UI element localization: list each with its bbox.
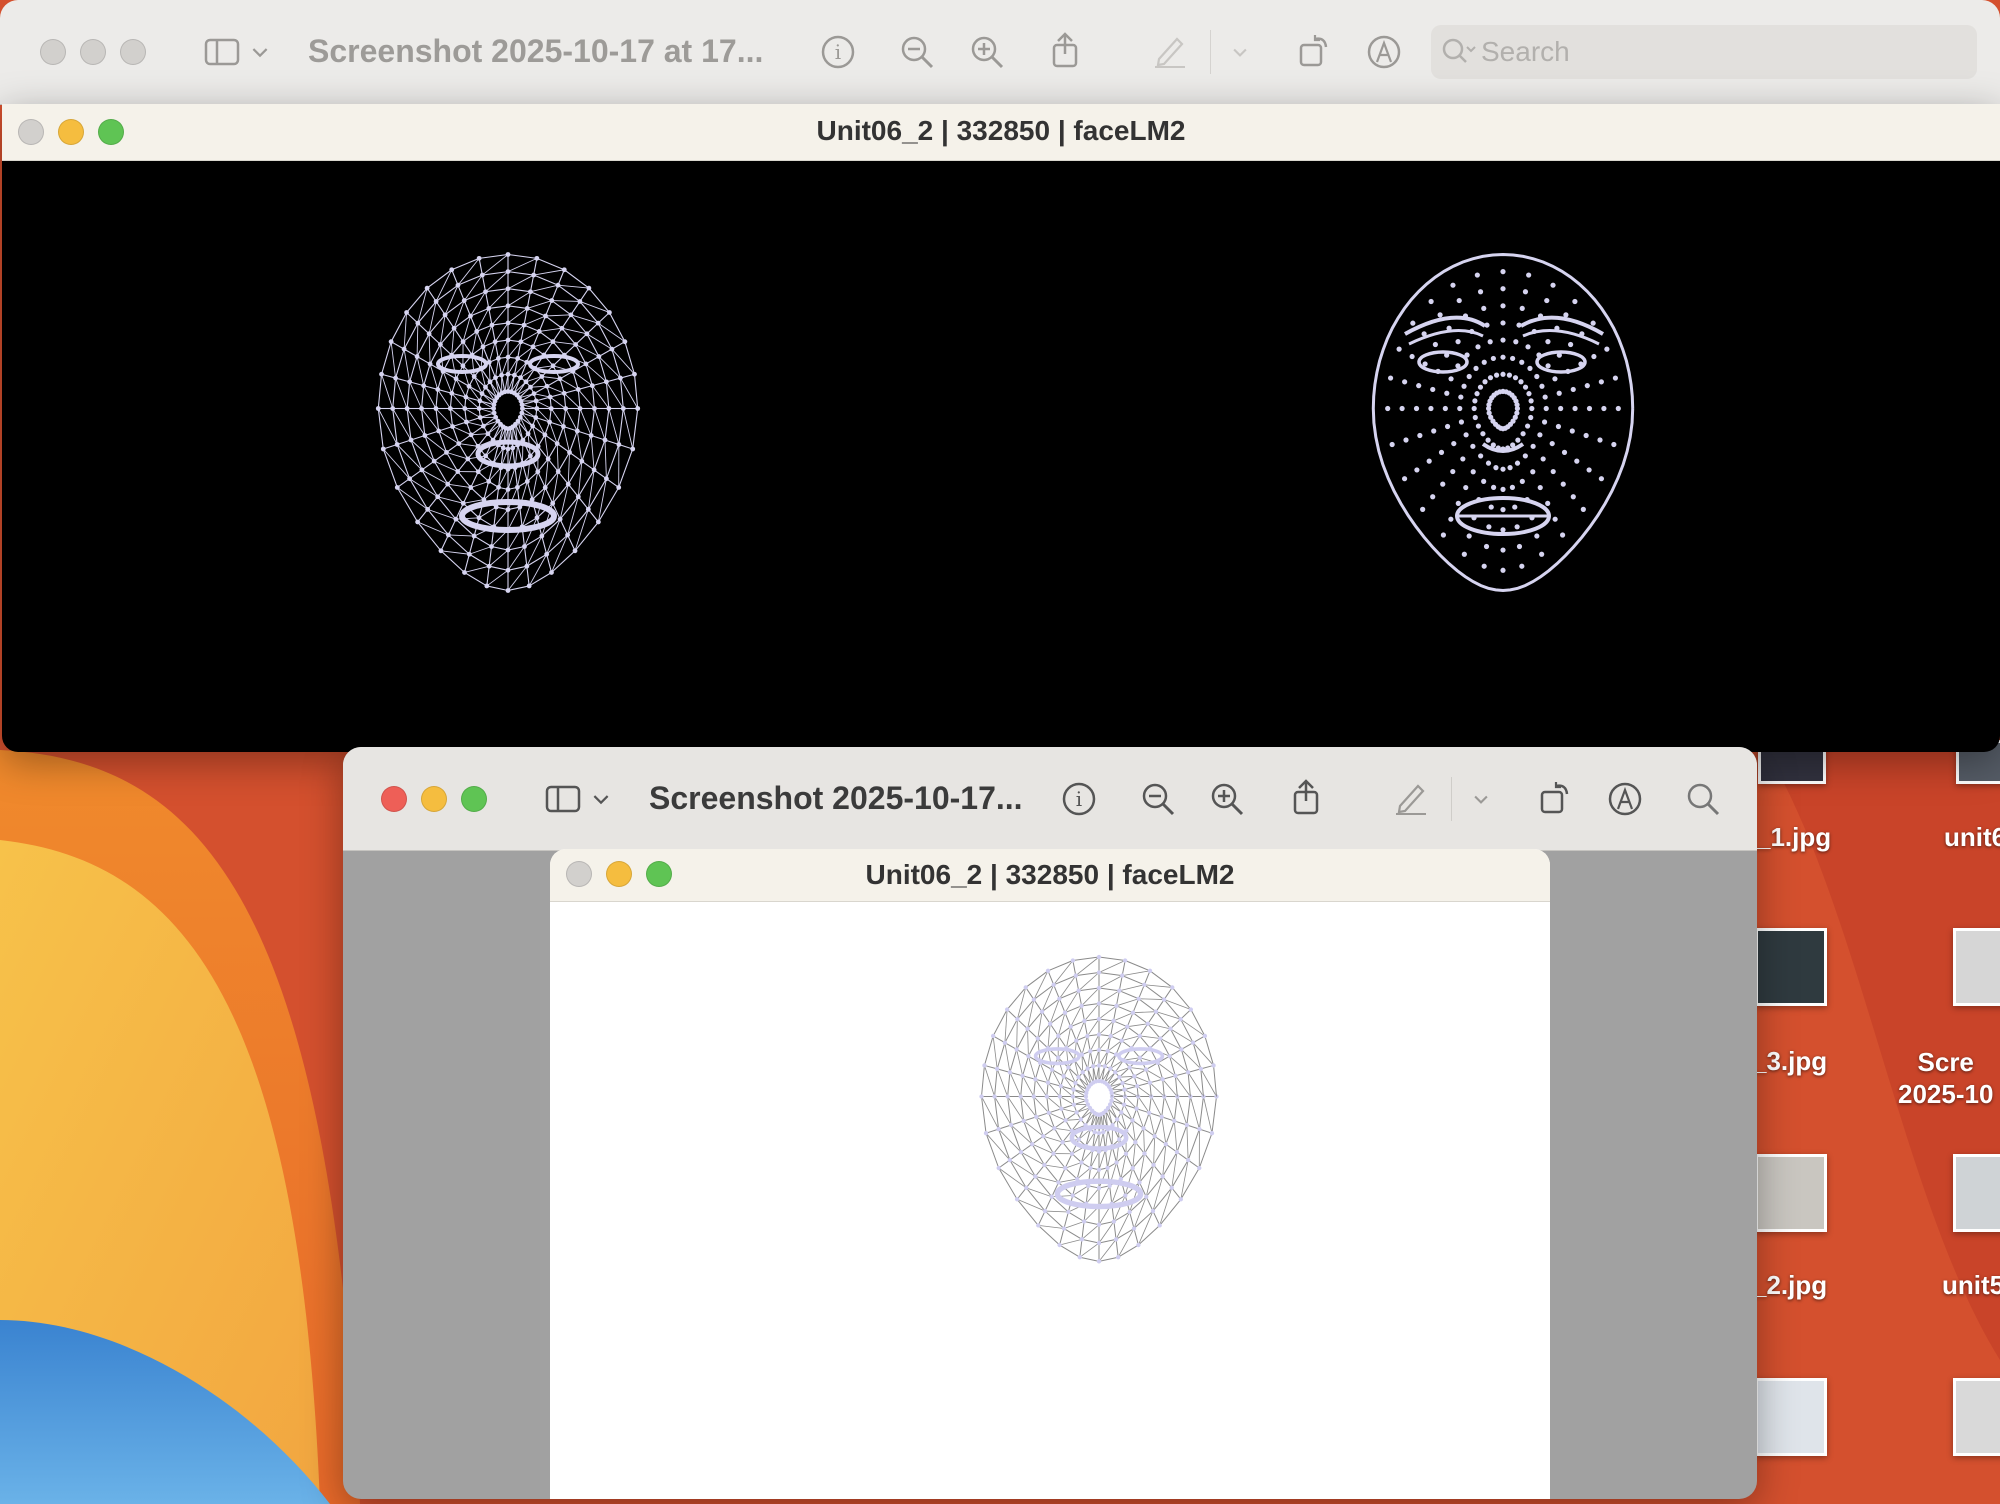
window-title: Unit06_2 | 332850 | faceLM2 (865, 859, 1235, 890)
title-bar: Unit06_2 | 332850 | faceLM2 (550, 849, 1550, 902)
desktop-file-thumbnail[interactable] (1953, 1378, 2000, 1456)
face-landmarks-dots (1371, 252, 1635, 593)
zoom-in-icon[interactable] (1205, 777, 1249, 821)
rotate-icon[interactable] (1292, 28, 1336, 72)
svg-text:i: i (835, 40, 841, 64)
svg-text:i: i (1076, 787, 1082, 811)
zoom-button[interactable] (120, 39, 146, 65)
markup-pen-icon[interactable] (1148, 28, 1192, 72)
face-mesh-window: Unit06_2 | 332850 | faceLM2 (2, 104, 2000, 752)
zoom-out-icon[interactable] (895, 30, 939, 74)
sidebar-icon[interactable] (541, 777, 585, 821)
face-mesh-wireframe (375, 252, 641, 593)
desktop-file-label[interactable]: _2.jpg (1752, 1270, 1827, 1301)
search-input[interactable]: Search (1431, 25, 1977, 79)
search-icon[interactable] (1681, 777, 1725, 821)
annotate-icon[interactable] (1362, 30, 1406, 74)
chevron-down-icon[interactable] (1224, 30, 1256, 74)
traffic-lights (40, 39, 146, 65)
zoom-button[interactable] (461, 786, 487, 812)
front-preview-window: Screenshot 2025-10-17... i Unit06_2 | 33… (343, 747, 1757, 1499)
desktop-file-label[interactable]: _3.jpg (1752, 1046, 1827, 1077)
zoom-out-icon[interactable] (1136, 777, 1180, 821)
back-preview-window: Screenshot 2025-10-17 at 17... i Search (0, 0, 2000, 105)
traffic-lights (381, 786, 487, 812)
annotate-icon[interactable] (1603, 777, 1647, 821)
document-title: Screenshot 2025-10-17 at 17... (308, 33, 764, 69)
desktop-file-thumbnail[interactable] (1755, 928, 1827, 1006)
minimize-button[interactable] (80, 39, 106, 65)
desktop-file-thumbnail[interactable] (1755, 1378, 1827, 1456)
document-title: Screenshot 2025-10-17... (649, 780, 1023, 816)
desktop-file-thumbnail[interactable] (1953, 928, 2000, 1006)
share-icon[interactable] (1043, 28, 1087, 72)
title-bar: Unit06_2 | 332850 | faceLM2 (2, 104, 2000, 161)
rotate-icon[interactable] (1533, 775, 1577, 819)
desktop-file-thumbnail[interactable] (1953, 1154, 2000, 1232)
desktop-file-label[interactable]: _1.jpg (1756, 822, 1831, 853)
info-icon[interactable]: i (1057, 777, 1101, 821)
desktop-file-label[interactable]: unit6 (1944, 822, 2000, 853)
markup-pen-icon[interactable] (1389, 775, 1433, 819)
sidebar-icon[interactable] (200, 30, 244, 74)
window-title: Unit06_2 | 332850 | faceLM2 (816, 115, 1186, 146)
chevron-down-icon[interactable] (246, 30, 274, 74)
info-icon[interactable]: i (816, 30, 860, 74)
close-button[interactable] (381, 786, 407, 812)
search-icon (1437, 32, 1477, 72)
zoom-in-icon[interactable] (965, 30, 1009, 74)
chevron-down-icon[interactable] (587, 777, 615, 821)
face-mesh-window-white: Unit06_2 | 332850 | faceLM2 (550, 849, 1550, 1499)
minimize-button[interactable] (421, 786, 447, 812)
desktop-file-label[interactable]: Scre 2025-10 (1898, 1046, 1993, 1110)
desktop-file-thumbnail[interactable] (1755, 1154, 1827, 1232)
chevron-down-icon[interactable] (1465, 777, 1497, 821)
close-button[interactable] (40, 39, 66, 65)
search-placeholder: Search (1481, 36, 1570, 67)
desktop-file-label[interactable]: unit5 (1942, 1270, 2000, 1301)
share-icon[interactable] (1284, 775, 1328, 819)
toolbar: Screenshot 2025-10-17... i (343, 747, 1757, 851)
face-mesh-wireframe (979, 954, 1219, 1264)
